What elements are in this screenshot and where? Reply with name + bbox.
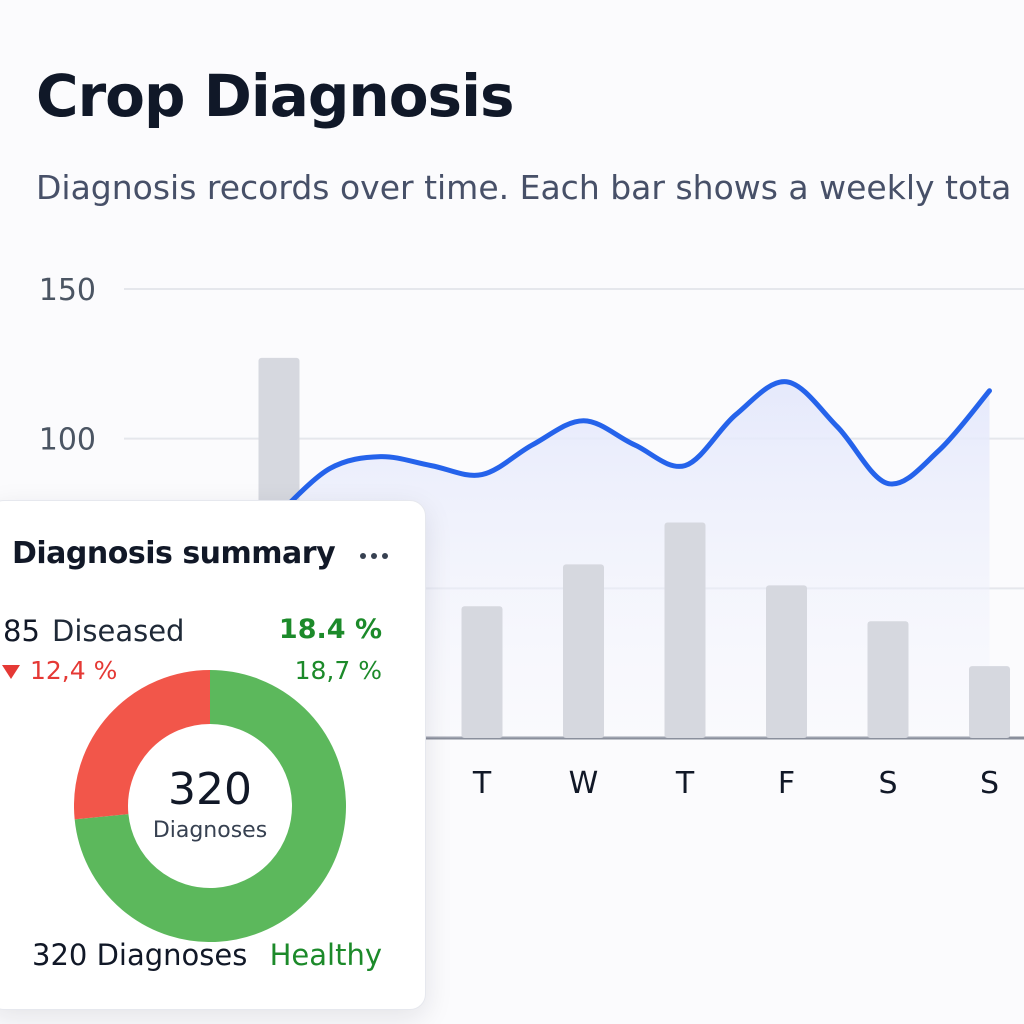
bar[interactable] xyxy=(766,585,807,738)
more-options-button[interactable] xyxy=(354,540,394,572)
bar[interactable] xyxy=(867,621,909,738)
bar[interactable] xyxy=(461,606,503,738)
diseased-count: 85 xyxy=(3,614,40,648)
x-tick-label: T xyxy=(675,766,695,801)
change-primary: 18.4 % xyxy=(278,614,382,645)
summary-card-title: Diagnosis summary xyxy=(12,536,336,571)
donut-center-value: 320 xyxy=(168,764,252,815)
x-tick-label: F xyxy=(778,766,795,801)
donut-center-label: Diagnoses xyxy=(152,818,268,843)
bar[interactable] xyxy=(664,522,706,738)
x-tick-label: S xyxy=(980,766,999,801)
y-tick-label: 100 xyxy=(39,423,96,458)
x-tick-label: W xyxy=(569,766,599,801)
legend-healthy: Healthy xyxy=(269,938,382,972)
x-tick-label: S xyxy=(878,766,897,801)
more-horizontal-icon xyxy=(360,553,388,559)
bar[interactable] xyxy=(563,564,604,738)
arrow-down-icon xyxy=(2,665,20,679)
footer-total: 320 Diagnoses xyxy=(32,938,248,972)
y-tick-label: 150 xyxy=(39,273,96,308)
diseased-label: Diseased xyxy=(52,614,185,648)
bar[interactable] xyxy=(969,666,1010,738)
x-tick-label: T xyxy=(472,766,492,801)
